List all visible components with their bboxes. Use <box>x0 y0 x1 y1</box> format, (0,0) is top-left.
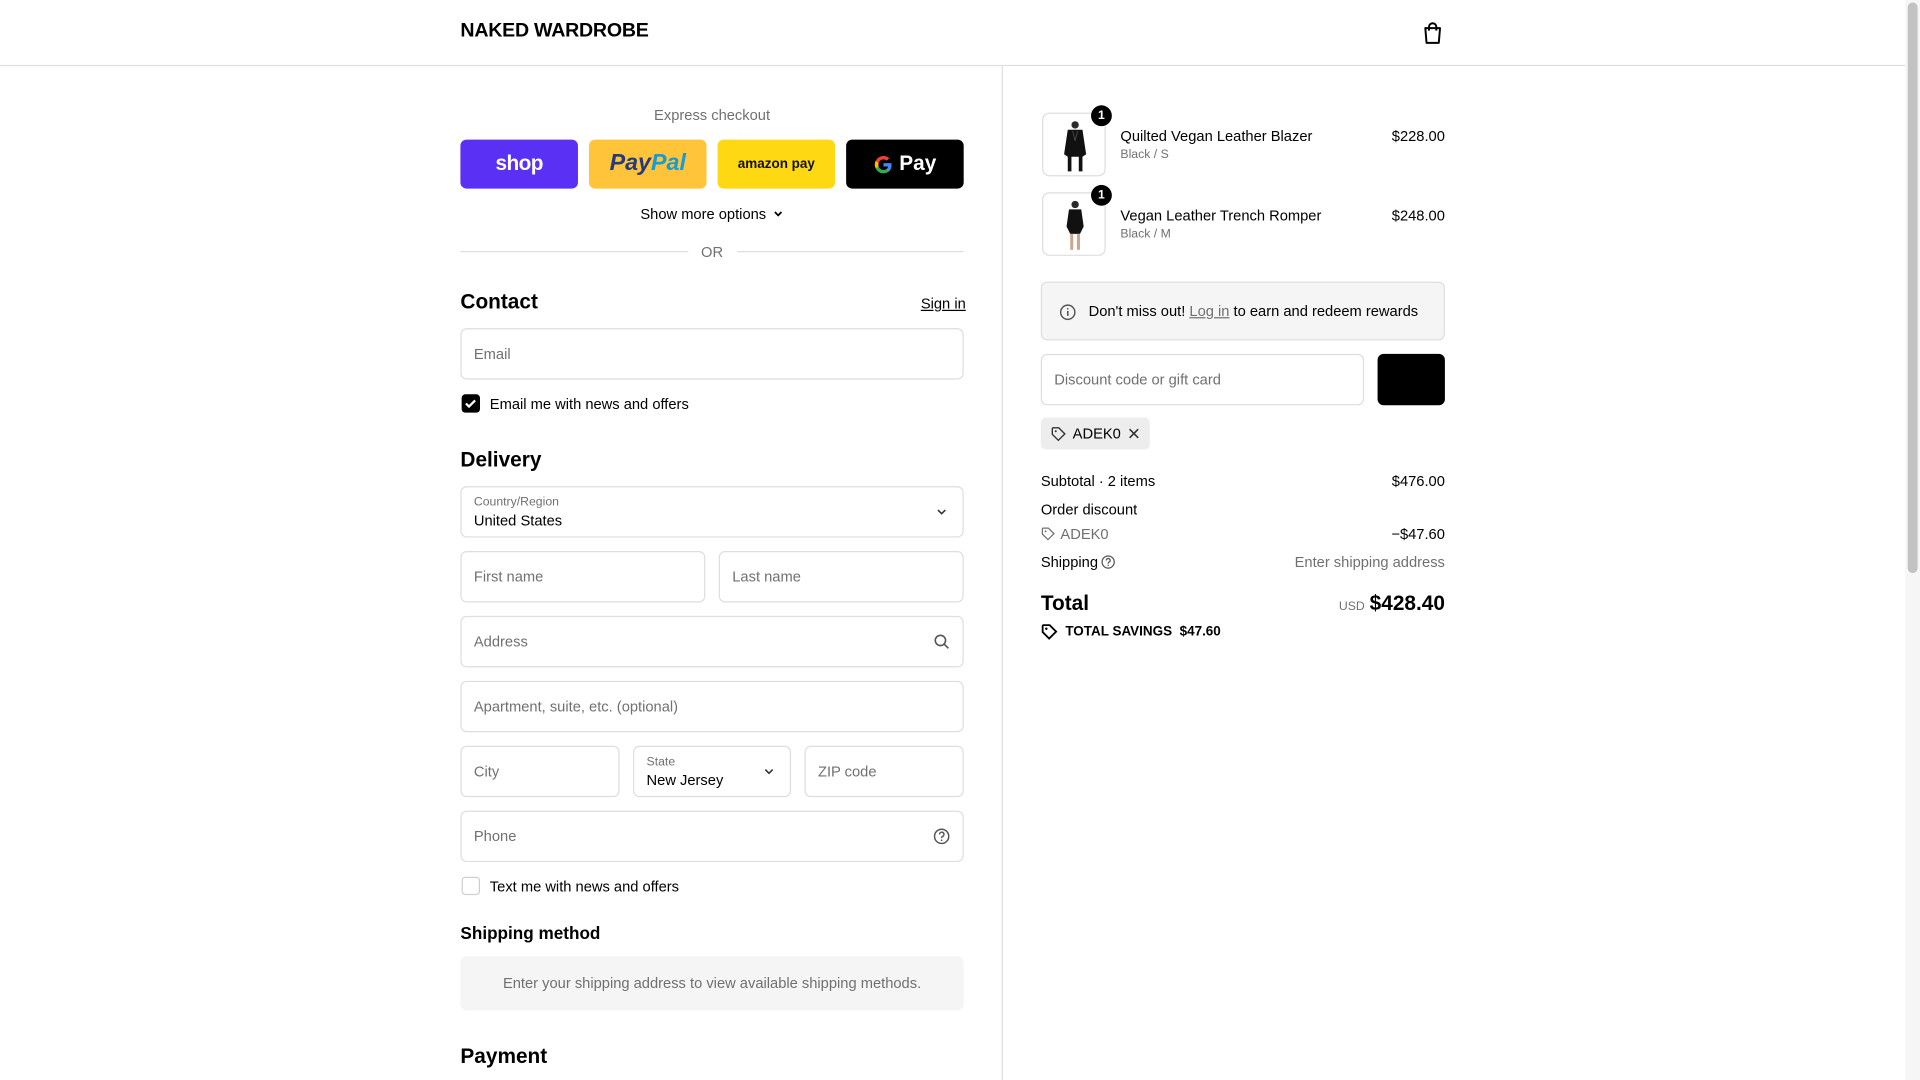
item-variant: Black / S <box>1120 148 1169 162</box>
state-select[interactable]: State New Jersey <box>633 745 792 798</box>
total-row-value: USD $428.40 <box>1249 591 1445 615</box>
phone-field[interactable]: Phone <box>460 810 964 863</box>
item-variant: Black / M <box>1120 227 1171 242</box>
contact-heading: Contact <box>460 290 538 314</box>
zip-code-field[interactable]: ZIP code <box>804 745 964 798</box>
show-more-options-button[interactable]: Show more options <box>460 206 963 223</box>
order-discount-label: Order discount <box>1040 500 1138 518</box>
last-name-field[interactable]: Last name <box>718 551 964 603</box>
notice-prefix: Don't miss out! <box>1088 302 1186 320</box>
discount-value: −$47.60 <box>1391 525 1445 543</box>
amazon-pay-button[interactable]: amazon pay <box>717 139 836 189</box>
applied-code-text: ADEK0 <box>1072 424 1121 443</box>
savings-value: $47.60 <box>1179 624 1221 640</box>
sms-checkbox[interactable] <box>461 876 481 896</box>
product-thumbnail: 1 <box>1042 105 1112 177</box>
address-placeholder: Address <box>473 633 528 651</box>
email-field[interactable]: Email <box>460 328 964 380</box>
item-price: $228.00 <box>1391 127 1445 145</box>
savings-label: TOTAL SAVINGS <box>1065 624 1173 640</box>
discount-code-placeholder: Discount code or gift card <box>1054 371 1221 389</box>
info-icon <box>1059 304 1076 321</box>
first-name-placeholder: First name <box>473 568 544 586</box>
subtotal-value: $476.00 <box>1391 472 1445 490</box>
shipping-method-heading: Shipping method <box>460 923 601 943</box>
total-savings: TOTAL SAVINGS $47.60 <box>1065 624 1220 639</box>
quantity-badge: 1 <box>1091 105 1112 127</box>
rewards-notice-text: Don't miss out! Log in to earn and redee… <box>1089 302 1419 319</box>
google-pay-button[interactable]: Pay <box>846 139 964 189</box>
item-price: $248.00 <box>1391 206 1445 225</box>
or-divider: OR <box>460 243 964 261</box>
state-label: State <box>646 755 676 769</box>
item-name: Quilted Vegan Leather Blazer <box>1120 127 1313 145</box>
rewards-notice: Don't miss out! Log in to earn and redee… <box>1040 281 1445 341</box>
city-field[interactable]: City <box>460 745 620 798</box>
help-icon[interactable] <box>1101 555 1116 570</box>
delivery-heading: Delivery <box>460 448 542 472</box>
product-thumbnail: 1 <box>1042 184 1112 256</box>
search-icon <box>934 634 949 649</box>
paypal-logo-part-2: Pal <box>650 150 686 177</box>
total-value: $428.40 <box>1369 591 1445 615</box>
quantity-badge: 1 <box>1091 184 1112 206</box>
chevron-down-icon <box>937 509 946 515</box>
tag-icon <box>1041 527 1055 541</box>
item-name: Vegan Leather Trench Romper <box>1120 206 1322 225</box>
last-name-placeholder: Last name <box>732 568 801 586</box>
shipping-method-notice: Enter your shipping address to view avai… <box>460 956 964 1011</box>
newsletter-label: Email me with news and offers <box>489 395 689 413</box>
subtotal-label: Subtotal · 2 items <box>1040 472 1156 490</box>
sms-label: Text me with news and offers <box>489 877 680 896</box>
apartment-field[interactable]: Apartment, suite, etc. (optional) <box>460 680 964 733</box>
savings-tag-icon <box>1041 624 1058 640</box>
currency-label: USD <box>1338 600 1365 614</box>
city-placeholder: City <box>473 762 500 781</box>
address-field[interactable]: Address <box>460 615 964 668</box>
state-value: New Jersey <box>646 771 724 789</box>
shipping-label: Shipping <box>1040 553 1099 571</box>
zip-code-placeholder: ZIP code <box>817 762 877 781</box>
phone-placeholder: Phone <box>473 827 517 845</box>
google-pay-label: Pay <box>899 151 937 176</box>
store-logo[interactable]: NAKED WARDROBE <box>460 21 648 43</box>
apply-discount-button[interactable] <box>1377 353 1445 406</box>
applied-code-tag: ADEK0 <box>1040 417 1150 450</box>
close-icon[interactable] <box>1128 427 1140 439</box>
help-icon[interactable] <box>933 828 950 845</box>
shop-pay-button[interactable]: shop <box>460 139 578 189</box>
chevron-down-icon <box>774 211 783 217</box>
scrollbar-thumb[interactable] <box>1907 2 1918 574</box>
country-label: Country/Region <box>473 495 559 510</box>
express-checkout-label: Express checkout <box>654 106 771 124</box>
first-name-field[interactable]: First name <box>460 551 706 603</box>
notice-suffix: to earn and redeem rewards <box>1233 302 1419 320</box>
chevron-down-icon <box>764 769 774 775</box>
discount-code-field[interactable]: Discount code or gift card <box>1040 353 1365 406</box>
tag-icon <box>1051 427 1066 442</box>
shopping-bag-icon[interactable] <box>1420 21 1444 45</box>
shipping-value: Enter shipping address <box>1294 553 1445 571</box>
paypal-logo-part-1: Pay <box>609 150 651 177</box>
country-select[interactable]: Country/Region United States <box>460 486 964 538</box>
apartment-placeholder: Apartment, suite, etc. (optional) <box>473 697 679 716</box>
show-more-options-label: Show more options <box>640 205 767 223</box>
email-placeholder: Email <box>473 345 511 363</box>
sign-in-link[interactable]: Sign in <box>921 295 966 312</box>
discount-code-label: ADEK0 <box>1060 525 1109 543</box>
or-label: OR <box>701 243 724 261</box>
google-g-icon <box>875 155 893 173</box>
checkmark-icon <box>465 399 476 409</box>
paypal-button[interactable]: Pay Pal <box>588 139 707 189</box>
total-label: Total <box>1040 591 1090 615</box>
log-in-link[interactable]: Log in <box>1189 302 1229 319</box>
payment-heading: Payment <box>460 1044 548 1068</box>
newsletter-checkbox[interactable] <box>461 394 481 413</box>
header: NAKED WARDROBE <box>0 0 1906 67</box>
country-value: United States <box>473 511 563 529</box>
